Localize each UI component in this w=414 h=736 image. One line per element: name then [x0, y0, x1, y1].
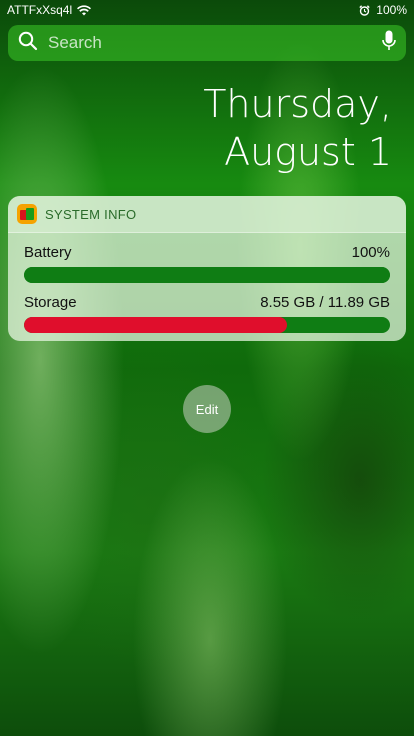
widget-title: SYSTEM INFO — [45, 206, 137, 222]
weekday-label: Thursday, — [203, 82, 392, 126]
widget-body: Battery 100% Storage 8.55 GB / 11.89 GB — [8, 233, 406, 333]
battery-percentage: 100% — [376, 3, 407, 17]
storage-row: Storage 8.55 GB / 11.89 GB — [24, 291, 390, 313]
search-bar[interactable] — [8, 25, 406, 61]
storage-progress-bar — [24, 317, 390, 333]
storage-label: Storage — [24, 293, 77, 311]
search-input[interactable] — [46, 32, 382, 54]
month-day-label: August 1 — [224, 130, 392, 174]
wifi-icon — [77, 4, 92, 16]
alarm-icon — [359, 4, 370, 16]
date-display: Thursday, August 1 — [203, 80, 392, 176]
notification-center-screen: ATTFxXsq4l 100% Search Thursday, August … — [0, 0, 414, 736]
battery-progress-fill — [24, 267, 390, 283]
system-info-app-icon — [17, 204, 37, 224]
system-info-widget[interactable]: SYSTEM INFO Battery 100% Storage 8.55 GB… — [8, 196, 406, 341]
status-bar: ATTFxXsq4l 100% — [0, 0, 414, 20]
microphone-icon[interactable] — [382, 30, 396, 57]
battery-progress-bar — [24, 267, 390, 283]
battery-label: Battery — [24, 243, 72, 261]
carrier-label: ATTFxXsq4l — [7, 3, 73, 17]
edit-button[interactable]: Edit — [183, 385, 231, 433]
storage-progress-fill — [24, 317, 288, 333]
widget-header[interactable]: SYSTEM INFO — [8, 196, 406, 233]
battery-row: Battery 100% — [24, 241, 390, 263]
search-icon — [18, 31, 38, 56]
battery-value: 100% — [351, 243, 390, 261]
storage-value: 8.55 GB / 11.89 GB — [260, 293, 390, 311]
